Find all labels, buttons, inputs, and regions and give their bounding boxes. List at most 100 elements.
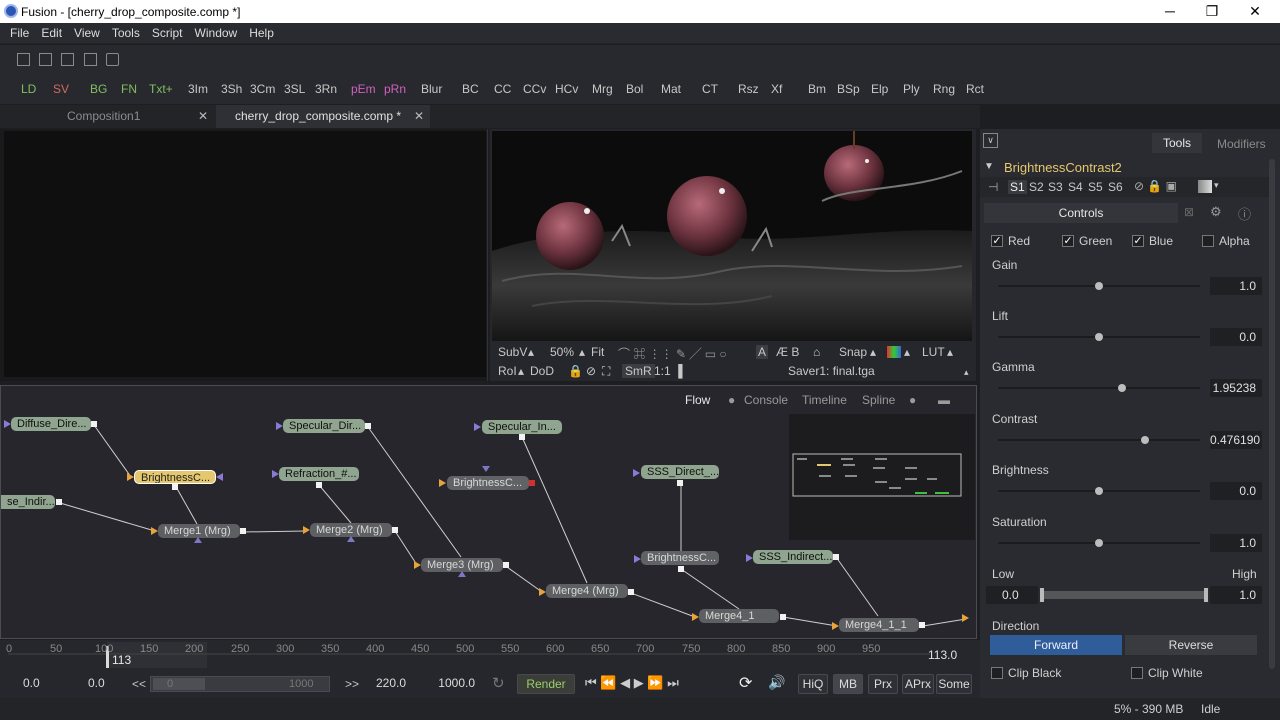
loop-render-icon[interactable]: ↻ (492, 674, 505, 692)
minimize-button[interactable]: ─ (1150, 2, 1190, 20)
tool-button[interactable]: SV (53, 82, 69, 96)
node-merge2[interactable]: Merge2 (Mrg) (310, 523, 392, 537)
output-port[interactable] (678, 566, 684, 572)
tool-button[interactable]: Rct (966, 82, 984, 96)
viewer-image[interactable] (492, 131, 972, 341)
gamma-slider[interactable] (998, 387, 1200, 389)
tool-button[interactable]: 3Im (188, 82, 208, 96)
red-checkbox[interactable]: ✓ (991, 235, 1003, 247)
lut-dropdown[interactable]: LUT (922, 345, 945, 359)
tab-tools[interactable]: Tools (1152, 133, 1202, 153)
tool-button[interactable]: LD (21, 82, 36, 96)
high-value[interactable]: 1.0 (1210, 586, 1262, 604)
blue-checkbox[interactable]: ✓ (1132, 235, 1144, 247)
output-port[interactable] (833, 554, 839, 560)
flow-panel[interactable]: Flow ● Console Timeline Spline ● ▬ Diffu… (0, 385, 977, 639)
tool-button[interactable]: Blur (421, 82, 442, 96)
dropdown-arrow-icon[interactable]: ▴ (518, 364, 524, 378)
tool-button[interactable]: Bm (808, 82, 826, 96)
range-slider[interactable]: 0 1000 (150, 676, 330, 692)
node-merge4[interactable]: Merge4 (Mrg) (546, 584, 628, 598)
output-port[interactable] (56, 499, 62, 505)
dropdown-arrow-icon[interactable]: ▴ (579, 345, 585, 359)
fit-button[interactable]: Fit (591, 345, 604, 359)
playback-controls-icon[interactable]: ⏮ ⏪ ◀ ▶ ⏩ ⏭ (585, 675, 679, 691)
menu-file[interactable]: File (4, 23, 35, 40)
output-port[interactable] (529, 480, 535, 486)
clip-white-checkbox[interactable] (1131, 667, 1143, 679)
tab-modifiers[interactable]: Modifiers (1217, 137, 1266, 151)
clip-black-checkbox[interactable] (991, 667, 1003, 679)
output-port[interactable] (172, 484, 178, 490)
output-port[interactable] (91, 421, 97, 427)
checker-icon[interactable]: ⛶ (602, 364, 610, 379)
stroke-text-icon[interactable]: Æ B (776, 345, 799, 359)
low-value[interactable]: 0.0 (986, 586, 1038, 604)
dod-button[interactable]: DoD (530, 364, 554, 378)
tab-info-icon[interactable]: ⓘ (1238, 204, 1251, 223)
node-diffuse-direct[interactable]: Diffuse_Dire... (11, 417, 91, 431)
ratio-button[interactable]: 1:1 (654, 364, 671, 378)
menu-view[interactable]: View (68, 23, 106, 40)
inspector-scrollbar[interactable] (1269, 159, 1275, 669)
node-merge1[interactable]: Merge1 (Mrg) (158, 524, 240, 538)
tab-settings-icon[interactable]: ⚙ (1210, 204, 1222, 220)
saturation-value[interactable]: 1.0 (1210, 534, 1262, 552)
gain-value[interactable]: 1.0 (1210, 277, 1262, 295)
tool-button[interactable]: pRn (384, 82, 406, 96)
menu-edit[interactable]: Edit (35, 23, 68, 40)
range-forward-button[interactable]: >> (345, 677, 359, 691)
node-sss-direct[interactable]: SSS_Direct_... (641, 465, 719, 479)
close-tab-icon[interactable]: ✕ (198, 105, 208, 128)
close-tab-icon[interactable]: ✕ (414, 105, 424, 128)
node-merge3[interactable]: Merge3 (Mrg) (421, 558, 503, 572)
node-specular-indirect[interactable]: Specular_In... (482, 420, 562, 434)
output-port[interactable] (677, 480, 683, 486)
dropdown-arrow-icon[interactable]: ▴ (528, 345, 534, 359)
hiq-toggle[interactable]: HiQ (798, 674, 828, 694)
alpha-checkbox[interactable] (1202, 235, 1214, 247)
node-sse-indirect[interactable]: se_Indir... (1, 495, 55, 509)
node-merge4-1[interactable]: Merge4_1 (699, 609, 779, 623)
tool-button[interactable]: 3SL (284, 82, 305, 96)
tool-button[interactable]: Rsz (738, 82, 759, 96)
output-port[interactable] (503, 562, 509, 568)
collapse-icon[interactable]: ∨ (983, 133, 998, 148)
tool-button[interactable]: Bol (626, 82, 643, 96)
snap-icon[interactable]: ⌂ (813, 345, 820, 359)
snap-dropdown[interactable]: Snap (839, 345, 867, 359)
tool-button[interactable]: BSp (837, 82, 860, 96)
tab-cherry-drop-composite[interactable]: cherry_drop_composite.comp * ✕ (216, 105, 430, 128)
layout-list-icon[interactable] (106, 53, 119, 66)
reverse-button[interactable]: Reverse (1125, 635, 1257, 655)
version-s4[interactable]: S4 (1068, 180, 1083, 194)
dropdown-arrow-icon[interactable]: ▴ (947, 345, 953, 359)
tool-button[interactable]: CCv (523, 82, 546, 96)
mb-toggle[interactable]: MB (833, 674, 863, 694)
no-sign-icon[interactable]: ⊘ (586, 364, 596, 378)
tool-button[interactable]: 3Rn (315, 82, 337, 96)
tool-button[interactable]: Xf (771, 82, 782, 96)
maximize-button[interactable]: ❐ (1192, 2, 1232, 20)
tool-button[interactable]: Rng (933, 82, 955, 96)
menu-window[interactable]: Window (189, 23, 244, 40)
menu-script[interactable]: Script (146, 23, 189, 40)
version-s3[interactable]: S3 (1048, 180, 1063, 194)
tool-button[interactable]: pEm (351, 82, 376, 96)
tab-blend-icon[interactable]: ⊠ (1184, 205, 1194, 219)
tool-button[interactable]: BG (90, 82, 107, 96)
render-button[interactable]: Render (517, 674, 575, 694)
brightness-slider-knob[interactable] (1095, 487, 1103, 495)
dropdown-arrow-icon[interactable]: ▾ (1214, 180, 1219, 191)
layout-split-horizontal-icon[interactable] (61, 53, 74, 66)
left-viewer[interactable] (0, 129, 488, 381)
render-start-field[interactable]: 0.0 (66, 674, 126, 694)
low-high-range[interactable] (1040, 588, 1208, 602)
pin-icon[interactable]: ⊣ (988, 180, 998, 194)
subview-dropdown[interactable]: SubV (498, 345, 527, 359)
lift-value[interactable]: 0.0 (1210, 328, 1262, 346)
prx-toggle[interactable]: Prx (868, 674, 898, 694)
tool-button[interactable]: Elp (871, 82, 888, 96)
zoom-dropdown[interactable]: 50% (550, 345, 574, 359)
global-start-field[interactable]: 0.0 (3, 674, 61, 694)
